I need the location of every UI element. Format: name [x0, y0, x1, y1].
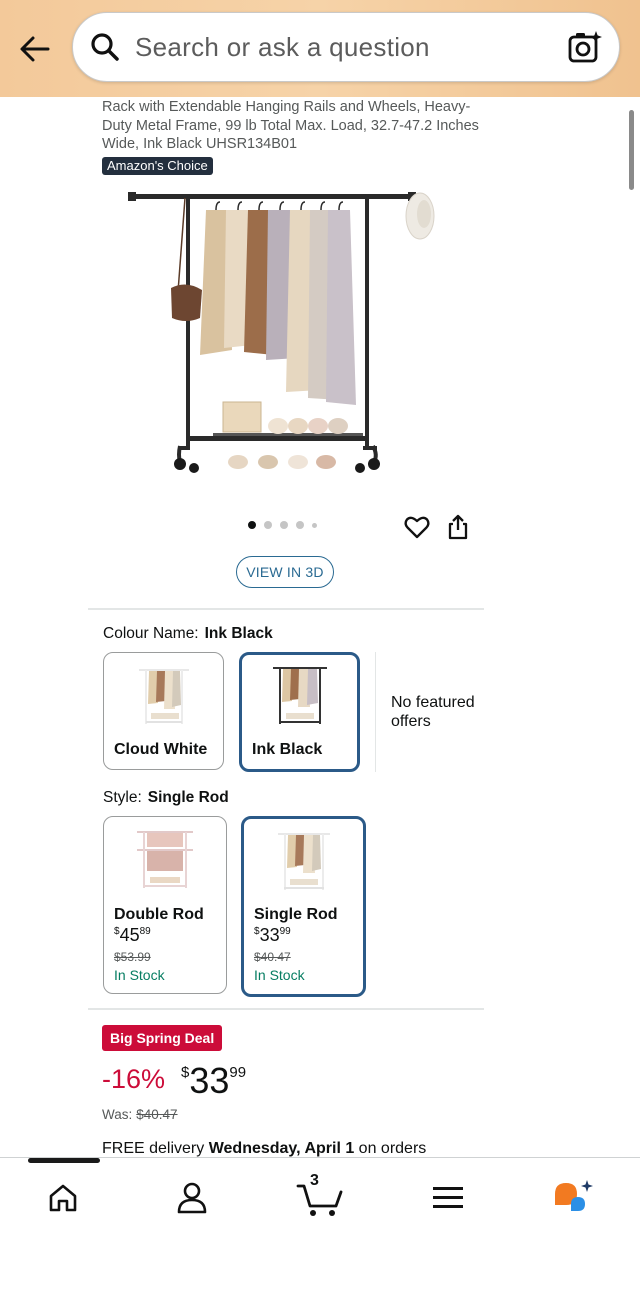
menu-icon: [433, 1187, 463, 1208]
option-was-price: $40.47: [254, 950, 291, 964]
image-carousel-dots[interactable]: [248, 521, 317, 529]
style-label: Style:: [103, 789, 142, 806]
camera-lens-icon[interactable]: [567, 29, 603, 65]
option-price: $3399: [254, 925, 291, 946]
option-name: Cloud White: [114, 741, 208, 758]
option-name: Double Rod: [114, 906, 204, 923]
heart-icon[interactable]: [403, 513, 431, 541]
top-header: Search or ask a question: [0, 0, 640, 97]
option-price: $4589: [114, 925, 151, 946]
colour-label-line: Colour Name: Ink Black: [103, 625, 273, 643]
search-input[interactable]: Search or ask a question: [135, 32, 430, 63]
was-label: Was:: [102, 1107, 133, 1122]
rufus-icon: [555, 1180, 593, 1211]
carousel-dot[interactable]: [248, 521, 256, 529]
bottom-navigation: 3: [0, 1157, 640, 1290]
price-fraction: 99: [279, 926, 291, 937]
back-button[interactable]: [14, 28, 56, 70]
price-whole: 33: [259, 925, 280, 945]
cart-icon: [296, 1184, 343, 1216]
price-whole: 33: [189, 1060, 230, 1101]
share-icon[interactable]: [444, 513, 472, 541]
price-fraction: 99: [229, 1064, 247, 1081]
carousel-dot[interactable]: [264, 521, 272, 529]
option-was-price: $53.99: [114, 950, 151, 964]
single-rod-thumbnail: [277, 833, 330, 890]
delivery-date: Wednesday, April 1: [208, 1140, 355, 1157]
nav-menu[interactable]: [423, 1176, 473, 1220]
delivery-prefix: FREE delivery: [102, 1140, 209, 1157]
colour-value: Ink Black: [204, 625, 273, 642]
divider: [88, 1008, 484, 1010]
delivery-info: FREE delivery Wednesday, April 1 on orde…: [102, 1140, 426, 1158]
style-option-single-rod[interactable]: Single Rod $3399 $40.47 In Stock: [241, 816, 366, 997]
nav-home[interactable]: [38, 1176, 88, 1220]
style-value: Single Rod: [147, 789, 229, 806]
price-whole: 45: [119, 925, 140, 945]
search-bar[interactable]: Search or ask a question: [72, 12, 620, 82]
double-rod-thumbnail: [137, 831, 193, 888]
option-name: Single Rod: [254, 906, 338, 923]
was-price-line: Was: $40.47: [102, 1107, 178, 1122]
home-icon: [49, 1184, 77, 1212]
delivery-suffix: on orders: [354, 1140, 427, 1157]
cloud-white-thumbnail: [138, 669, 189, 724]
amazons-choice-badge: Amazon's Choice: [102, 157, 213, 175]
discount-percent: -16%: [102, 1064, 166, 1094]
search-icon: [89, 31, 121, 63]
price-fraction: 89: [139, 926, 151, 937]
carousel-dot[interactable]: [312, 522, 317, 528]
colour-option-ink-black[interactable]: Ink Black: [239, 652, 360, 772]
product-image[interactable]: [128, 180, 448, 480]
colour-option-cloud-white[interactable]: Cloud White: [103, 652, 224, 770]
option-stock-status: In Stock: [254, 967, 305, 983]
big-spring-deal-badge: Big Spring Deal: [102, 1025, 223, 1051]
style-label-line: Style: Single Rod: [103, 789, 229, 807]
deal-price: $3399: [181, 1060, 246, 1102]
option-name: Ink Black: [252, 741, 323, 758]
style-option-double-rod[interactable]: Double Rod $4589 $53.99 In Stock: [103, 816, 227, 994]
view-in-3d-button[interactable]: VIEW IN 3D: [236, 556, 334, 588]
divider: [88, 608, 484, 610]
account-icon: [177, 1182, 207, 1214]
carousel-dot[interactable]: [296, 521, 304, 529]
ink-black-thumbnail: [272, 667, 327, 724]
was-price: $40.47: [136, 1107, 178, 1122]
back-arrow-icon: [20, 36, 50, 62]
nav-cart[interactable]: 3: [293, 1172, 347, 1220]
no-featured-offers-text: No featured offers: [391, 694, 475, 730]
option-stock-status: In Stock: [114, 967, 165, 983]
colour-label: Colour Name:: [103, 625, 199, 642]
product-title: Rack with Extendable Hanging Rails and W…: [102, 99, 479, 152]
scrollbar[interactable]: [629, 110, 634, 190]
nav-account[interactable]: [167, 1176, 217, 1220]
active-tab-indicator: [28, 1158, 100, 1163]
vertical-separator: [375, 652, 376, 772]
carousel-dot[interactable]: [280, 521, 288, 529]
nav-rufus[interactable]: [548, 1176, 598, 1220]
cart-count-badge: 3: [310, 1172, 319, 1189]
